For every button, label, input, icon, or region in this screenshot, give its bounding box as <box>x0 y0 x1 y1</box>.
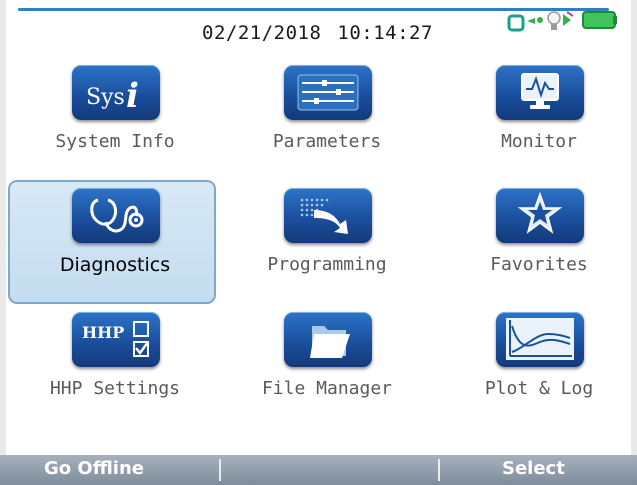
softkey-divider <box>219 459 221 481</box>
menu-item-label: File Manager <box>261 378 393 399</box>
menu-item-label: System Info <box>55 131 175 152</box>
menu-item-file-manager[interactable]: File Manager <box>226 312 428 422</box>
menu-item-parameters[interactable]: Parameters <box>226 65 428 175</box>
menu-item-label: Plot & Log <box>484 378 594 399</box>
signal-icon <box>527 17 543 24</box>
menu-item-plot-and-log[interactable]: Plot & Log <box>438 312 637 422</box>
menu-item-system-info[interactable]: Sys i System Info <box>14 65 216 175</box>
connection-icon <box>507 14 525 32</box>
hhp-checkbox-icon: HHP <box>72 312 160 367</box>
battery-icon <box>582 11 617 29</box>
status-icons <box>507 6 619 34</box>
sysi-icon-sys-text: Sys <box>86 85 125 110</box>
programming-arrow-icon <box>284 188 372 243</box>
menu-item-label: Monitor <box>501 131 577 152</box>
menu-item-monitor[interactable]: Monitor <box>438 65 637 175</box>
date-time-display: 02/21/2018 10:14:27 <box>196 22 439 44</box>
stethoscope-icon <box>72 188 160 243</box>
star-icon <box>496 188 584 243</box>
menu-item-label: Favorites <box>490 254 588 275</box>
menu-item-label: Diagnostics <box>59 254 171 276</box>
menu-item-diagnostics[interactable]: Diagnostics <box>8 180 216 304</box>
time-text: 10:14:27 <box>337 22 433 44</box>
sysi-icon: Sys i <box>72 65 160 120</box>
select-softkey[interactable]: Select <box>502 458 565 479</box>
menu-item-label: Parameters <box>272 131 382 152</box>
sliders-icon <box>284 65 372 120</box>
menu-item-hhp-settings[interactable]: HHP HHP Settings <box>14 312 216 422</box>
status-bar: 02/21/2018 10:14:27 <box>0 0 637 50</box>
menu-item-label: Programming <box>267 254 387 275</box>
monitor-icon <box>496 65 584 120</box>
sysi-icon-i-text: i <box>126 76 139 116</box>
folder-icon <box>284 312 372 367</box>
menu-item-favorites[interactable]: Favorites <box>438 188 637 298</box>
softkey-bar: Go Offline Select <box>0 455 637 485</box>
menu-item-label: HHP Settings <box>49 378 181 399</box>
plug-icon <box>547 11 574 30</box>
go-offline-softkey[interactable]: Go Offline <box>44 458 144 479</box>
menu-item-programming[interactable]: Programming <box>226 188 428 298</box>
softkey-divider <box>438 459 440 481</box>
hhp-icon-text: HHP <box>82 323 124 342</box>
plot-icon <box>496 312 584 367</box>
date-text: 02/21/2018 <box>202 22 322 44</box>
